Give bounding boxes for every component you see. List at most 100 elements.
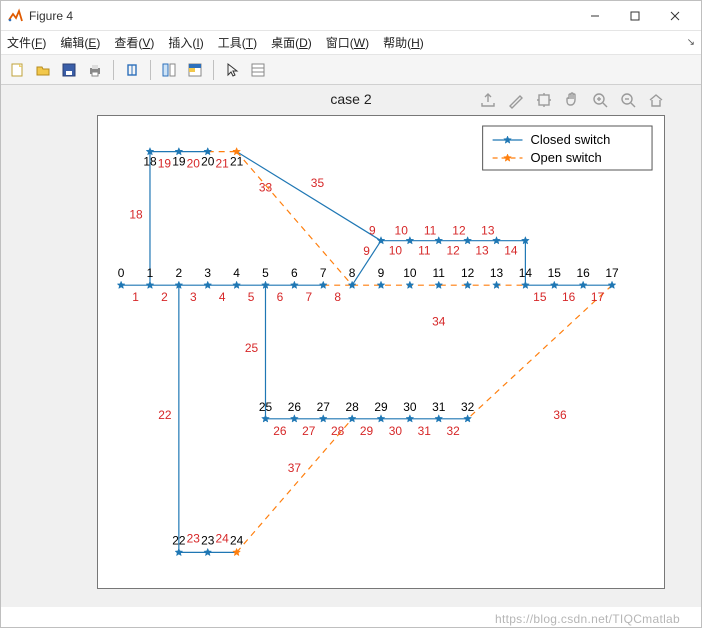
menu-h[interactable]: 帮助(H) [383,34,424,51]
svg-text:8: 8 [334,290,341,304]
svg-text:5: 5 [262,266,269,280]
figure-body: case 2 012345678910111213141516171819202… [1,85,701,607]
svg-text:25: 25 [245,341,259,355]
svg-text:30: 30 [403,400,417,414]
svg-text:2: 2 [176,266,183,280]
svg-text:28: 28 [345,400,359,414]
menu-i[interactable]: 插入(I) [168,34,203,51]
menu-d[interactable]: 桌面(D) [271,34,312,51]
svg-text:11: 11 [418,244,431,258]
menubar: 文件(F) 编辑(E) 查看(V) 插入(I) 工具(T) 桌面(D) 窗口(W) 帮助(H)… [1,31,701,55]
svg-text:23: 23 [187,531,201,545]
svg-text:21: 21 [230,155,244,169]
svg-text:4: 4 [219,290,226,304]
open-icon[interactable] [31,59,55,81]
svg-text:15: 15 [548,266,562,280]
svg-text:2: 2 [161,290,168,304]
svg-text:18: 18 [143,155,157,169]
svg-text:17: 17 [591,290,605,304]
inspect-icon[interactable] [246,59,270,81]
svg-text:1: 1 [147,266,154,280]
print-icon[interactable] [83,59,107,81]
svg-text:4: 4 [233,266,240,280]
svg-text:14: 14 [519,266,533,280]
svg-text:14: 14 [504,244,518,258]
svg-text:6: 6 [277,290,284,304]
svg-text:6: 6 [291,266,298,280]
svg-text:26: 26 [288,400,302,414]
svg-text:27: 27 [317,400,331,414]
toolbar [1,55,701,85]
svg-text:28: 28 [331,424,345,438]
svg-text:7: 7 [320,266,327,280]
svg-text:19: 19 [158,157,172,171]
svg-text:3: 3 [204,266,211,280]
svg-text:12: 12 [447,244,461,258]
svg-text:25: 25 [259,400,273,414]
svg-text:19: 19 [172,155,186,169]
svg-text:20: 20 [201,155,215,169]
svg-text:29: 29 [374,400,388,414]
svg-text:37: 37 [288,461,302,475]
svg-text:8: 8 [349,266,356,280]
separator [150,60,151,80]
svg-text:10: 10 [395,224,409,238]
svg-text:15: 15 [533,290,547,304]
menu-e[interactable]: 编辑(E) [60,34,100,51]
svg-text:Closed switch: Closed switch [530,132,610,147]
maximize-button[interactable] [615,1,655,31]
svg-text:27: 27 [302,424,316,438]
close-button[interactable] [655,1,695,31]
axes[interactable]: 0123456789101112131415161718192021222324… [97,115,665,589]
svg-text:11: 11 [433,266,446,280]
svg-text:23: 23 [201,533,215,547]
svg-text:10: 10 [389,244,403,258]
menu-t[interactable]: 工具(T) [218,34,257,51]
svg-text:9: 9 [369,224,376,238]
menu-f[interactable]: 文件(F) [7,34,46,51]
svg-text:11: 11 [424,224,437,238]
svg-text:22: 22 [172,533,186,547]
svg-text:20: 20 [187,157,201,171]
svg-text:13: 13 [490,266,504,280]
svg-text:33: 33 [259,181,273,195]
svg-text:9: 9 [363,244,370,258]
svg-text:24: 24 [216,531,230,545]
save-icon[interactable] [57,59,81,81]
datacursor-icon[interactable] [157,59,181,81]
titlebar: Figure 4 [1,1,701,31]
plot-title: case 2 [1,91,701,107]
svg-text:12: 12 [452,224,466,238]
svg-text:30: 30 [389,424,403,438]
pointer-icon[interactable] [220,59,244,81]
svg-text:16: 16 [562,290,576,304]
svg-text:5: 5 [248,290,255,304]
svg-text:26: 26 [273,424,287,438]
svg-text:22: 22 [158,408,172,422]
matlab-icon [7,8,23,24]
svg-text:9: 9 [378,266,385,280]
colorbar-icon[interactable] [183,59,207,81]
menu-v[interactable]: 查看(V) [114,34,154,51]
svg-text:35: 35 [311,176,325,190]
watermark: https://blog.csdn.net/TIQCmatlab [495,612,680,626]
link-icon[interactable] [120,59,144,81]
new-icon[interactable] [5,59,29,81]
svg-text:17: 17 [605,266,619,280]
svg-text:29: 29 [360,424,374,438]
svg-text:24: 24 [230,533,244,547]
svg-text:31: 31 [432,400,446,414]
svg-text:36: 36 [553,408,567,422]
svg-text:32: 32 [447,424,461,438]
svg-text:34: 34 [432,314,446,328]
minimize-button[interactable] [575,1,615,31]
svg-text:32: 32 [461,400,475,414]
svg-text:13: 13 [481,224,495,238]
svg-text:1: 1 [132,290,139,304]
menu-w[interactable]: 窗口(W) [326,34,369,51]
svg-text:21: 21 [216,157,230,171]
svg-text:13: 13 [475,244,489,258]
network-graph: 0123456789101112131415161718192021222324… [98,116,664,588]
menu-overflow-icon[interactable]: ↘ [687,37,695,48]
svg-text:7: 7 [305,290,312,304]
